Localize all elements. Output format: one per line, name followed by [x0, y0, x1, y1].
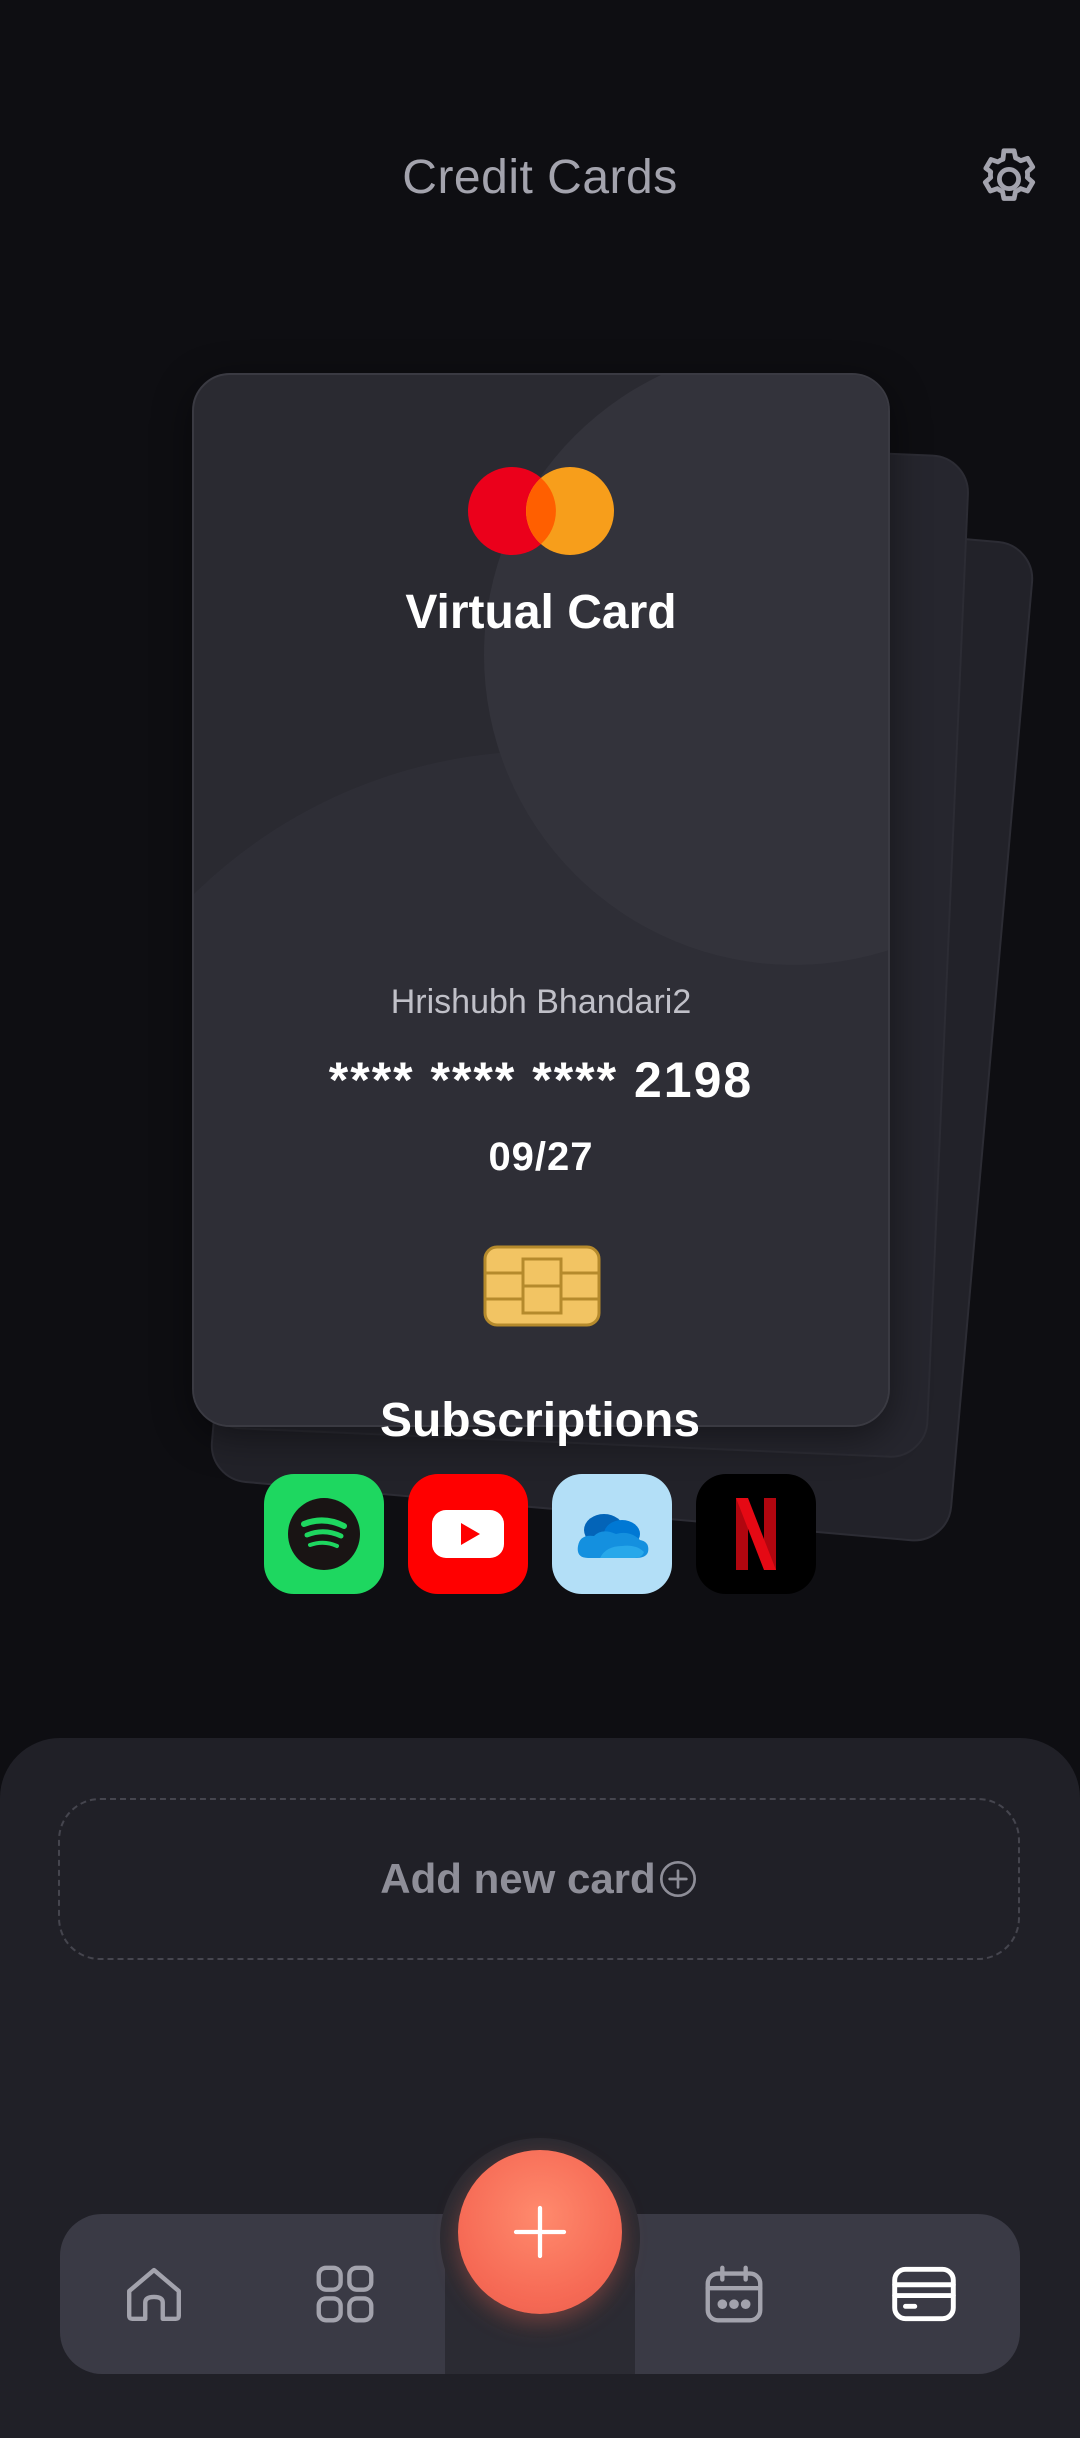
mastercard-logo — [468, 467, 614, 555]
spotify-logo — [288, 1498, 360, 1570]
card-type-label: Virtual Card — [405, 586, 677, 639]
subscriptions-list — [264, 1474, 816, 1594]
nav-calendar[interactable] — [684, 2244, 784, 2344]
plus-circle-icon — [659, 1861, 696, 1897]
netflix-icon[interactable] — [696, 1474, 816, 1594]
virtual-card[interactable]: Virtual Card Hrishubh Bhandari2 **** ***… — [192, 373, 890, 1427]
onedrive-icon[interactable] — [552, 1474, 672, 1594]
card-number: **** **** **** 2198 — [328, 1052, 754, 1108]
onedrive-logo — [577, 1514, 649, 1558]
page-title: Credit Cards — [402, 151, 678, 204]
gear-icon — [982, 148, 1036, 201]
subscriptions-title: Subscriptions — [379, 1394, 701, 1447]
add-new-card-label: Add new card — [380, 1855, 656, 1902]
card-expiry: 09/27 — [488, 1135, 594, 1179]
card-holder-name: Hrishubh Bhandari2 — [390, 983, 692, 1021]
youtube-icon[interactable] — [408, 1474, 528, 1594]
settings-button[interactable] — [972, 142, 1046, 216]
grid-icon — [316, 2265, 374, 2323]
spotify-icon[interactable] — [264, 1474, 384, 1594]
add-new-card-button[interactable]: Add new card — [58, 1798, 1020, 1960]
chip-icon — [483, 1245, 601, 1327]
nav-dashboard[interactable] — [295, 2244, 395, 2344]
netflix-logo — [736, 1498, 776, 1570]
home-icon — [127, 2267, 181, 2321]
nav-home[interactable] — [104, 2244, 204, 2344]
add-icon — [513, 2205, 567, 2259]
nav-wallet[interactable] — [874, 2244, 974, 2344]
youtube-logo — [432, 1510, 504, 1558]
add-button[interactable] — [458, 2150, 622, 2314]
wallet-icon — [892, 2266, 956, 2322]
calendar-icon — [705, 2265, 763, 2323]
